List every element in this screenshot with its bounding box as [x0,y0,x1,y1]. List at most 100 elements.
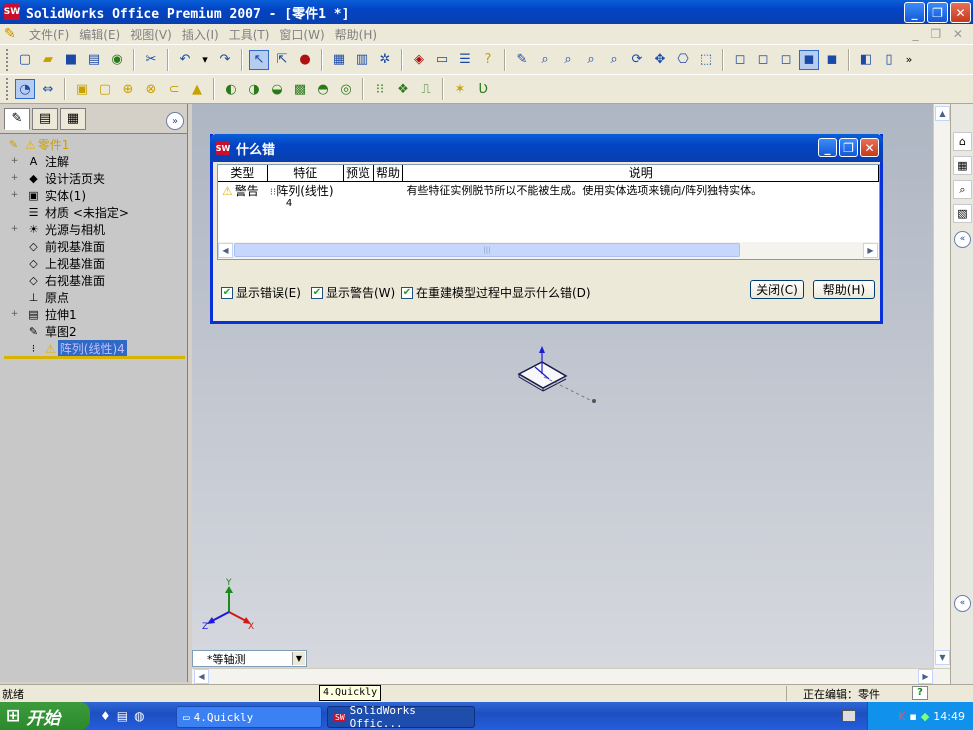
new-document-icon[interactable]: ▢ [15,50,35,70]
collapse-panel-icon[interactable]: » [166,112,184,130]
properties-icon[interactable]: ☰ [455,50,475,70]
tree-item[interactable]: ◇ 上视基准面 [0,255,187,272]
boundary-icon[interactable]: ▲ [187,79,207,99]
document-window-controls[interactable]: _ ❐ ✕ [913,27,967,41]
document-menu-icon[interactable]: ✎ [4,26,20,42]
tree-item[interactable]: + A 注解 [0,153,187,170]
scroll-down-icon[interactable]: ▼ [935,650,950,665]
home-icon[interactable]: ⌂ [953,132,972,151]
rotate-view-icon[interactable]: ⟳ [627,50,647,70]
quick-launch-app-icon[interactable]: ♦ [100,709,111,723]
view-palette-icon[interactable]: ▧ [953,204,972,223]
hidden-lines-visible-icon[interactable]: ◻ [753,50,773,70]
horizontal-scrollbar[interactable]: ◀ ▶ [192,668,950,684]
dialog-close-button[interactable]: ✕ [860,138,879,157]
hole-wizard-icon[interactable]: ◎ [336,79,356,99]
reference-geometry-icon[interactable]: ✶ [450,79,470,99]
menu-view[interactable]: 视图(V) [125,26,177,43]
expand-icon[interactable]: + [10,310,19,319]
rebuild-icon[interactable]: ● [295,50,315,70]
help-dialog-button[interactable]: 帮助(H) [813,280,875,299]
fillet-icon[interactable]: ◐ [221,79,241,99]
sketch-tool-icon[interactable]: ✎ [512,50,532,70]
swept-boss-icon[interactable]: ⊗ [141,79,161,99]
column-header-feature[interactable]: 特征 [268,165,344,181]
quick-launch-browser-icon[interactable]: ◍ [134,709,144,723]
view-options-icon[interactable]: ▥ [352,50,372,70]
column-header-help[interactable]: 帮助 [374,165,404,181]
mirror-icon[interactable]: ⎍ [416,79,436,99]
tree-item[interactable]: + ◆ 设计活页夹 [0,170,187,187]
vertical-scrollbar[interactable]: ▲ ▼ [933,104,950,668]
scroll-right-icon[interactable]: ▶ [918,669,933,684]
quick-tips-icon[interactable]: ? [912,686,928,700]
dialog-maximize-button[interactable]: ❐ [839,138,858,157]
select-filter-icon[interactable]: ⇱ [272,50,292,70]
show-during-rebuild-checkbox[interactable]: ✔ 在重建模型过程中显示什么错(D) [401,284,591,301]
menu-insert[interactable]: 插入(I) [177,26,224,43]
appearance-icon[interactable]: ◈ [409,50,429,70]
tree-item[interactable]: ☰ 材质 <未指定> [0,204,187,221]
zoom-to-fit-icon[interactable]: ⌕ [535,50,555,70]
taskbar-item-quickly[interactable]: ▭ 4.Quickly [176,706,322,728]
show-warnings-checkbox[interactable]: ✔ 显示警告(W) [311,284,395,301]
hidden-lines-removed-icon[interactable]: ◻ [776,50,796,70]
redo-icon[interactable]: ↷ [215,50,235,70]
cell-preview[interactable] [344,182,374,212]
table-row[interactable]: ⚠ 警告 ⁝⁝阵列(线性) 4 有些特征实例脱节所以不能被生成。使用实体选项来镜向… [218,182,879,212]
scroll-left-icon[interactable]: ◀ [218,243,233,258]
expand-icon[interactable]: + [10,191,19,200]
task-pane-expand-icon[interactable]: « [954,595,971,612]
tree-item[interactable]: ◇ 前视基准面 [0,238,187,255]
menu-tools[interactable]: 工具(T) [224,26,275,43]
menu-help[interactable]: 帮助(H) [330,26,382,43]
smart-dim-icon[interactable]: ⇔ [38,79,58,99]
file-explorer-icon[interactable]: ⌕ [953,180,972,199]
zoom-to-area-icon[interactable]: ⌕ [558,50,578,70]
quick-launch-notepad-icon[interactable]: ▤ [117,709,128,723]
rollback-bar[interactable] [4,356,185,359]
scroll-thumb[interactable]: ||| [234,243,740,257]
roll-view-icon[interactable]: ⎔ [673,50,693,70]
clock[interactable]: 14:49 [933,710,965,723]
tree-item[interactable]: + ▤ 拉伸1 [0,306,187,323]
undo-dropdown-icon[interactable]: ▾ [198,50,212,70]
cell-help[interactable] [374,182,404,212]
dialog-minimize-button[interactable]: _ [818,138,837,157]
shaded-with-edges-icon[interactable]: ◼ [799,49,819,70]
rib-icon[interactable]: ◒ [267,79,287,99]
tree-item[interactable]: + ▣ 实体(1) [0,187,187,204]
revolved-boss-icon[interactable]: ⊕ [118,79,138,99]
tree-root-part[interactable]: ✎ ⚠ 零件1 [0,136,187,153]
restore-button[interactable]: ❐ [927,2,948,23]
error-list-hscroll[interactable]: ◀ ||| ▶ [218,242,879,259]
scroll-left-icon[interactable]: ◀ [194,669,209,684]
close-dialog-button[interactable]: 关闭(C) [750,280,804,299]
propertymanager-tab[interactable]: ▤ [32,107,58,130]
linear-pattern-icon[interactable]: ⁝⁝ [370,79,390,99]
tree-item[interactable]: ⁝ ⚠ 阵列(线性)4 [0,340,187,357]
circular-pattern-icon[interactable]: ❖ [393,79,413,99]
menu-edit[interactable]: 编辑(E) [74,26,125,43]
view-orientation-icon[interactable]: ▯ [879,50,899,70]
design-library-icon[interactable]: ▦ [953,156,972,175]
taskbar-item-solidworks[interactable]: SW SolidWorks Offic... [327,704,475,730]
grid-options-icon[interactable]: ▦ [329,50,349,70]
sketch-icon[interactable]: ◔ [15,79,35,99]
start-button[interactable]: ⊞ 开始 [0,702,90,730]
column-header-preview[interactable]: 预览 [344,165,374,181]
scroll-right-icon[interactable]: ▶ [863,243,878,258]
expand-icon[interactable]: + [10,157,19,166]
configurationmanager-tab[interactable]: ▦ [60,107,86,130]
pattern-point[interactable] [592,399,596,403]
standard-views-icon[interactable]: ⬚ [696,50,716,70]
shell-icon[interactable]: ▩ [290,79,310,99]
section-view-icon[interactable]: ◧ [856,50,876,70]
cut-icon[interactable]: ✂ [141,50,161,70]
smart-dimension-icon[interactable]: ✲ [375,50,395,70]
toolbar-grip[interactable] [6,78,10,100]
layout-icon[interactable]: ▭ [432,50,452,70]
zoom-in-out-icon[interactable]: ⌕ [581,50,601,70]
curves-icon[interactable]: Ʋ [473,79,493,99]
antivirus-icon[interactable]: K [898,710,905,723]
